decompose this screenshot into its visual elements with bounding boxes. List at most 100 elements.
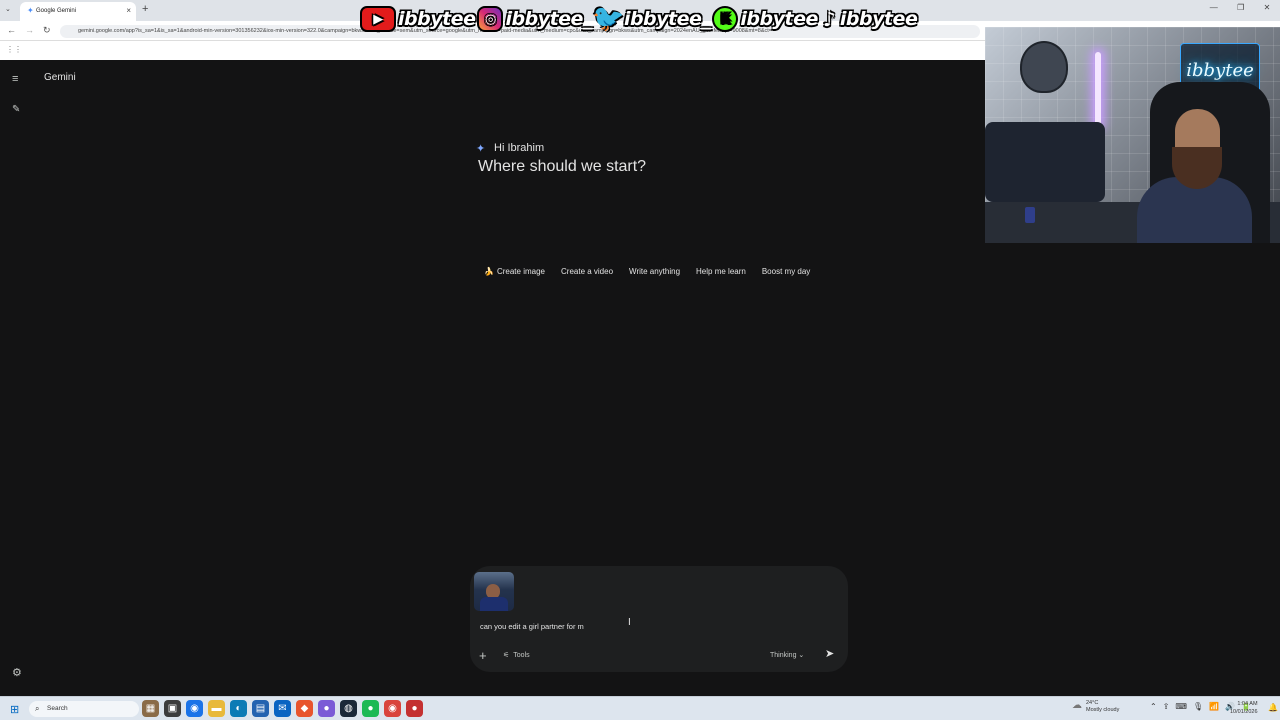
instagram-handle: ◎ ibbytee_ xyxy=(477,6,592,32)
gemini-sparkle-icon: ✦ xyxy=(476,143,486,155)
forward-icon[interactable]: → xyxy=(25,25,34,35)
taskbar-app-recorder-icon[interactable]: ● xyxy=(406,700,423,717)
taskbar-app-edge-icon[interactable]: ◐ xyxy=(230,700,247,717)
search-icon: ⌕ xyxy=(35,704,40,713)
weather-temp: 24°C xyxy=(1086,700,1099,706)
youtube-icon: ▶ xyxy=(360,6,396,32)
chevron-down-icon: ⌄ xyxy=(798,652,805,659)
suggestion-chips: 🍌 Create image Create a video Write anyth… xyxy=(478,263,816,280)
taskbar-app-brave-icon[interactable]: ◆ xyxy=(296,700,313,717)
apps-grid-icon[interactable]: ⋮⋮ xyxy=(6,45,22,54)
settings-icon[interactable]: ⚙ xyxy=(12,666,22,679)
tray-show-hidden-icon[interactable]: ⌃ xyxy=(1150,702,1157,711)
clock-time: 1:04 AM xyxy=(1237,701,1258,707)
gemini-favicon-icon: ✦ xyxy=(27,6,34,15)
new-tab-button[interactable]: + xyxy=(142,3,148,15)
window-controls: — ❐ ✕ xyxy=(1200,3,1280,12)
bookmarks-bar: ⋮⋮ xyxy=(0,41,985,60)
prompt-composer[interactable]: can you edit a girl partner for m I + ⚟ T… xyxy=(470,566,848,672)
drink-can xyxy=(1025,207,1035,223)
taskbar-app-steam-icon[interactable]: ◍ xyxy=(340,700,357,717)
chip-help-me-learn[interactable]: Help me learn xyxy=(690,263,752,280)
taskbar-app-spotify-icon[interactable]: ● xyxy=(362,700,379,717)
mode-label: Thinking xyxy=(770,652,797,659)
new-chat-icon[interactable]: ✎ xyxy=(12,104,20,115)
instagram-handle-text: ibbytee_ xyxy=(505,8,592,30)
tab-title: Google Gemini xyxy=(36,8,77,14)
tools-icon: ⚟ xyxy=(503,652,510,659)
twitter-icon: 🐦 xyxy=(592,4,624,34)
close-window-icon[interactable]: ✕ xyxy=(1264,3,1271,12)
tab-search-icon[interactable]: ⌄ xyxy=(5,5,11,13)
prompt-input[interactable]: can you edit a girl partner for m xyxy=(480,622,584,631)
search-placeholder: Search xyxy=(47,705,68,712)
reload-icon[interactable]: ↻ xyxy=(43,25,51,36)
back-icon[interactable]: ← xyxy=(7,25,16,35)
youtube-handle: ▶ ibbytee xyxy=(360,6,476,32)
page-title: Where should we start? xyxy=(478,158,647,175)
banana-icon: 🍌 xyxy=(484,267,494,276)
social-handles-overlay: ▶ ibbytee ◎ ibbytee_ 🐦 ibbytee_ K ibbyte… xyxy=(360,4,918,34)
twitter-handle: 🐦 ibbytee_ xyxy=(592,4,711,34)
tools-button[interactable]: ⚟ Tools xyxy=(503,651,530,659)
taskbar-app-widgets-icon[interactable]: ▦ xyxy=(142,700,159,717)
taskbar-app-task-view-icon[interactable]: ▣ xyxy=(164,700,181,717)
chip-label: Create a video xyxy=(561,267,614,276)
add-attachment-button[interactable]: + xyxy=(479,648,487,663)
model-mode-selector[interactable]: Thinking ⌄ xyxy=(770,651,804,659)
attached-image-thumbnail[interactable] xyxy=(474,572,514,611)
tiktok-handle-text: ibbytee xyxy=(839,8,918,30)
tray-capslock-icon[interactable]: ⇪ xyxy=(1163,702,1170,711)
chip-label: Write anything xyxy=(629,267,681,276)
gemini-app-right-area xyxy=(985,243,1280,696)
weather-desc: Mostly cloudy xyxy=(1086,707,1120,713)
twitter-handle-text: ibbytee_ xyxy=(623,8,711,30)
tray-keyboard-icon[interactable]: ⌨ xyxy=(1175,702,1187,711)
taskbar-apps: ▦ ▣ ◉ ▬ ◐ ▤ ✉ ◆ ● ◍ ● ◉ ● xyxy=(142,700,423,717)
menu-icon[interactable]: ≡ xyxy=(12,73,18,85)
maximize-icon[interactable]: ❐ xyxy=(1237,3,1244,12)
tray-wifi-icon[interactable]: 📶 xyxy=(1209,702,1219,711)
close-tab-icon[interactable]: × xyxy=(126,6,131,15)
taskbar-app-outlook-icon[interactable]: ✉ xyxy=(274,700,291,717)
taskbar-app-chrome-alt-icon[interactable]: ◉ xyxy=(384,700,401,717)
clock-date: 10/01/2026 xyxy=(1230,709,1258,715)
kick-handle: K ibbytee xyxy=(712,6,818,32)
tools-label: Tools xyxy=(513,652,530,659)
start-icon[interactable]: ⊞ xyxy=(10,703,19,716)
send-button[interactable]: ➤ xyxy=(825,647,834,660)
couch xyxy=(985,122,1105,202)
chip-write-anything[interactable]: Write anything xyxy=(623,263,686,280)
bulldog-logo xyxy=(1020,41,1068,93)
cloud-icon: ☁ xyxy=(1072,700,1082,711)
chip-label: Help me learn xyxy=(696,267,746,276)
webcam-overlay: ibbytee xyxy=(985,27,1280,243)
greeting: Hi Ibrahim xyxy=(494,142,545,154)
taskbar-app-file-explorer-icon[interactable]: ▬ xyxy=(208,700,225,717)
gemini-brand[interactable]: Gemini xyxy=(44,72,76,83)
instagram-icon: ◎ xyxy=(477,6,504,32)
chip-boost-my-day[interactable]: Boost my day xyxy=(756,263,816,280)
kick-handle-text: ibbytee xyxy=(740,8,818,30)
chip-create-video[interactable]: Create a video xyxy=(555,263,619,280)
chip-create-image[interactable]: 🍌 Create image xyxy=(478,263,551,280)
chip-label: Create image xyxy=(496,267,545,276)
text-cursor-icon: I xyxy=(628,617,631,628)
youtube-handle-text: ibbytee xyxy=(398,8,476,30)
windows-taskbar: ⊞ ⌕ Search ▦ ▣ ◉ ▬ ◐ ▤ ✉ ◆ ● ◍ ● ◉ ● ☁ 24°C Mostly c… xyxy=(0,696,1280,720)
led-light xyxy=(1095,52,1101,127)
minimize-icon[interactable]: — xyxy=(1210,3,1218,12)
tray-microphone-icon[interactable]: 🎙 xyxy=(1193,702,1203,711)
taskbar-app-store-icon[interactable]: ▤ xyxy=(252,700,269,717)
clock[interactable]: 1:04 AM 10/01/2026 xyxy=(1230,700,1258,716)
tiktok-handle: ♪ ibbytee xyxy=(820,6,918,32)
weather-widget[interactable]: ☁ 24°C Mostly cloudy xyxy=(1072,700,1119,714)
browser-tab[interactable]: ✦ Google Gemini × xyxy=(20,2,136,21)
taskbar-search[interactable]: ⌕ Search xyxy=(29,701,139,717)
gemini-app: ≡ ✎ ⚙ Gemini ✦ Hi Ibrahim Where should w… xyxy=(0,60,985,696)
notification-icon[interactable]: 🔔 xyxy=(1268,703,1278,712)
chip-label: Boost my day xyxy=(761,267,811,276)
taskbar-app-app-purple-icon[interactable]: ● xyxy=(318,700,335,717)
taskbar-app-chrome-icon[interactable]: ◉ xyxy=(186,700,203,717)
tiktok-icon: ♪ xyxy=(822,7,836,31)
